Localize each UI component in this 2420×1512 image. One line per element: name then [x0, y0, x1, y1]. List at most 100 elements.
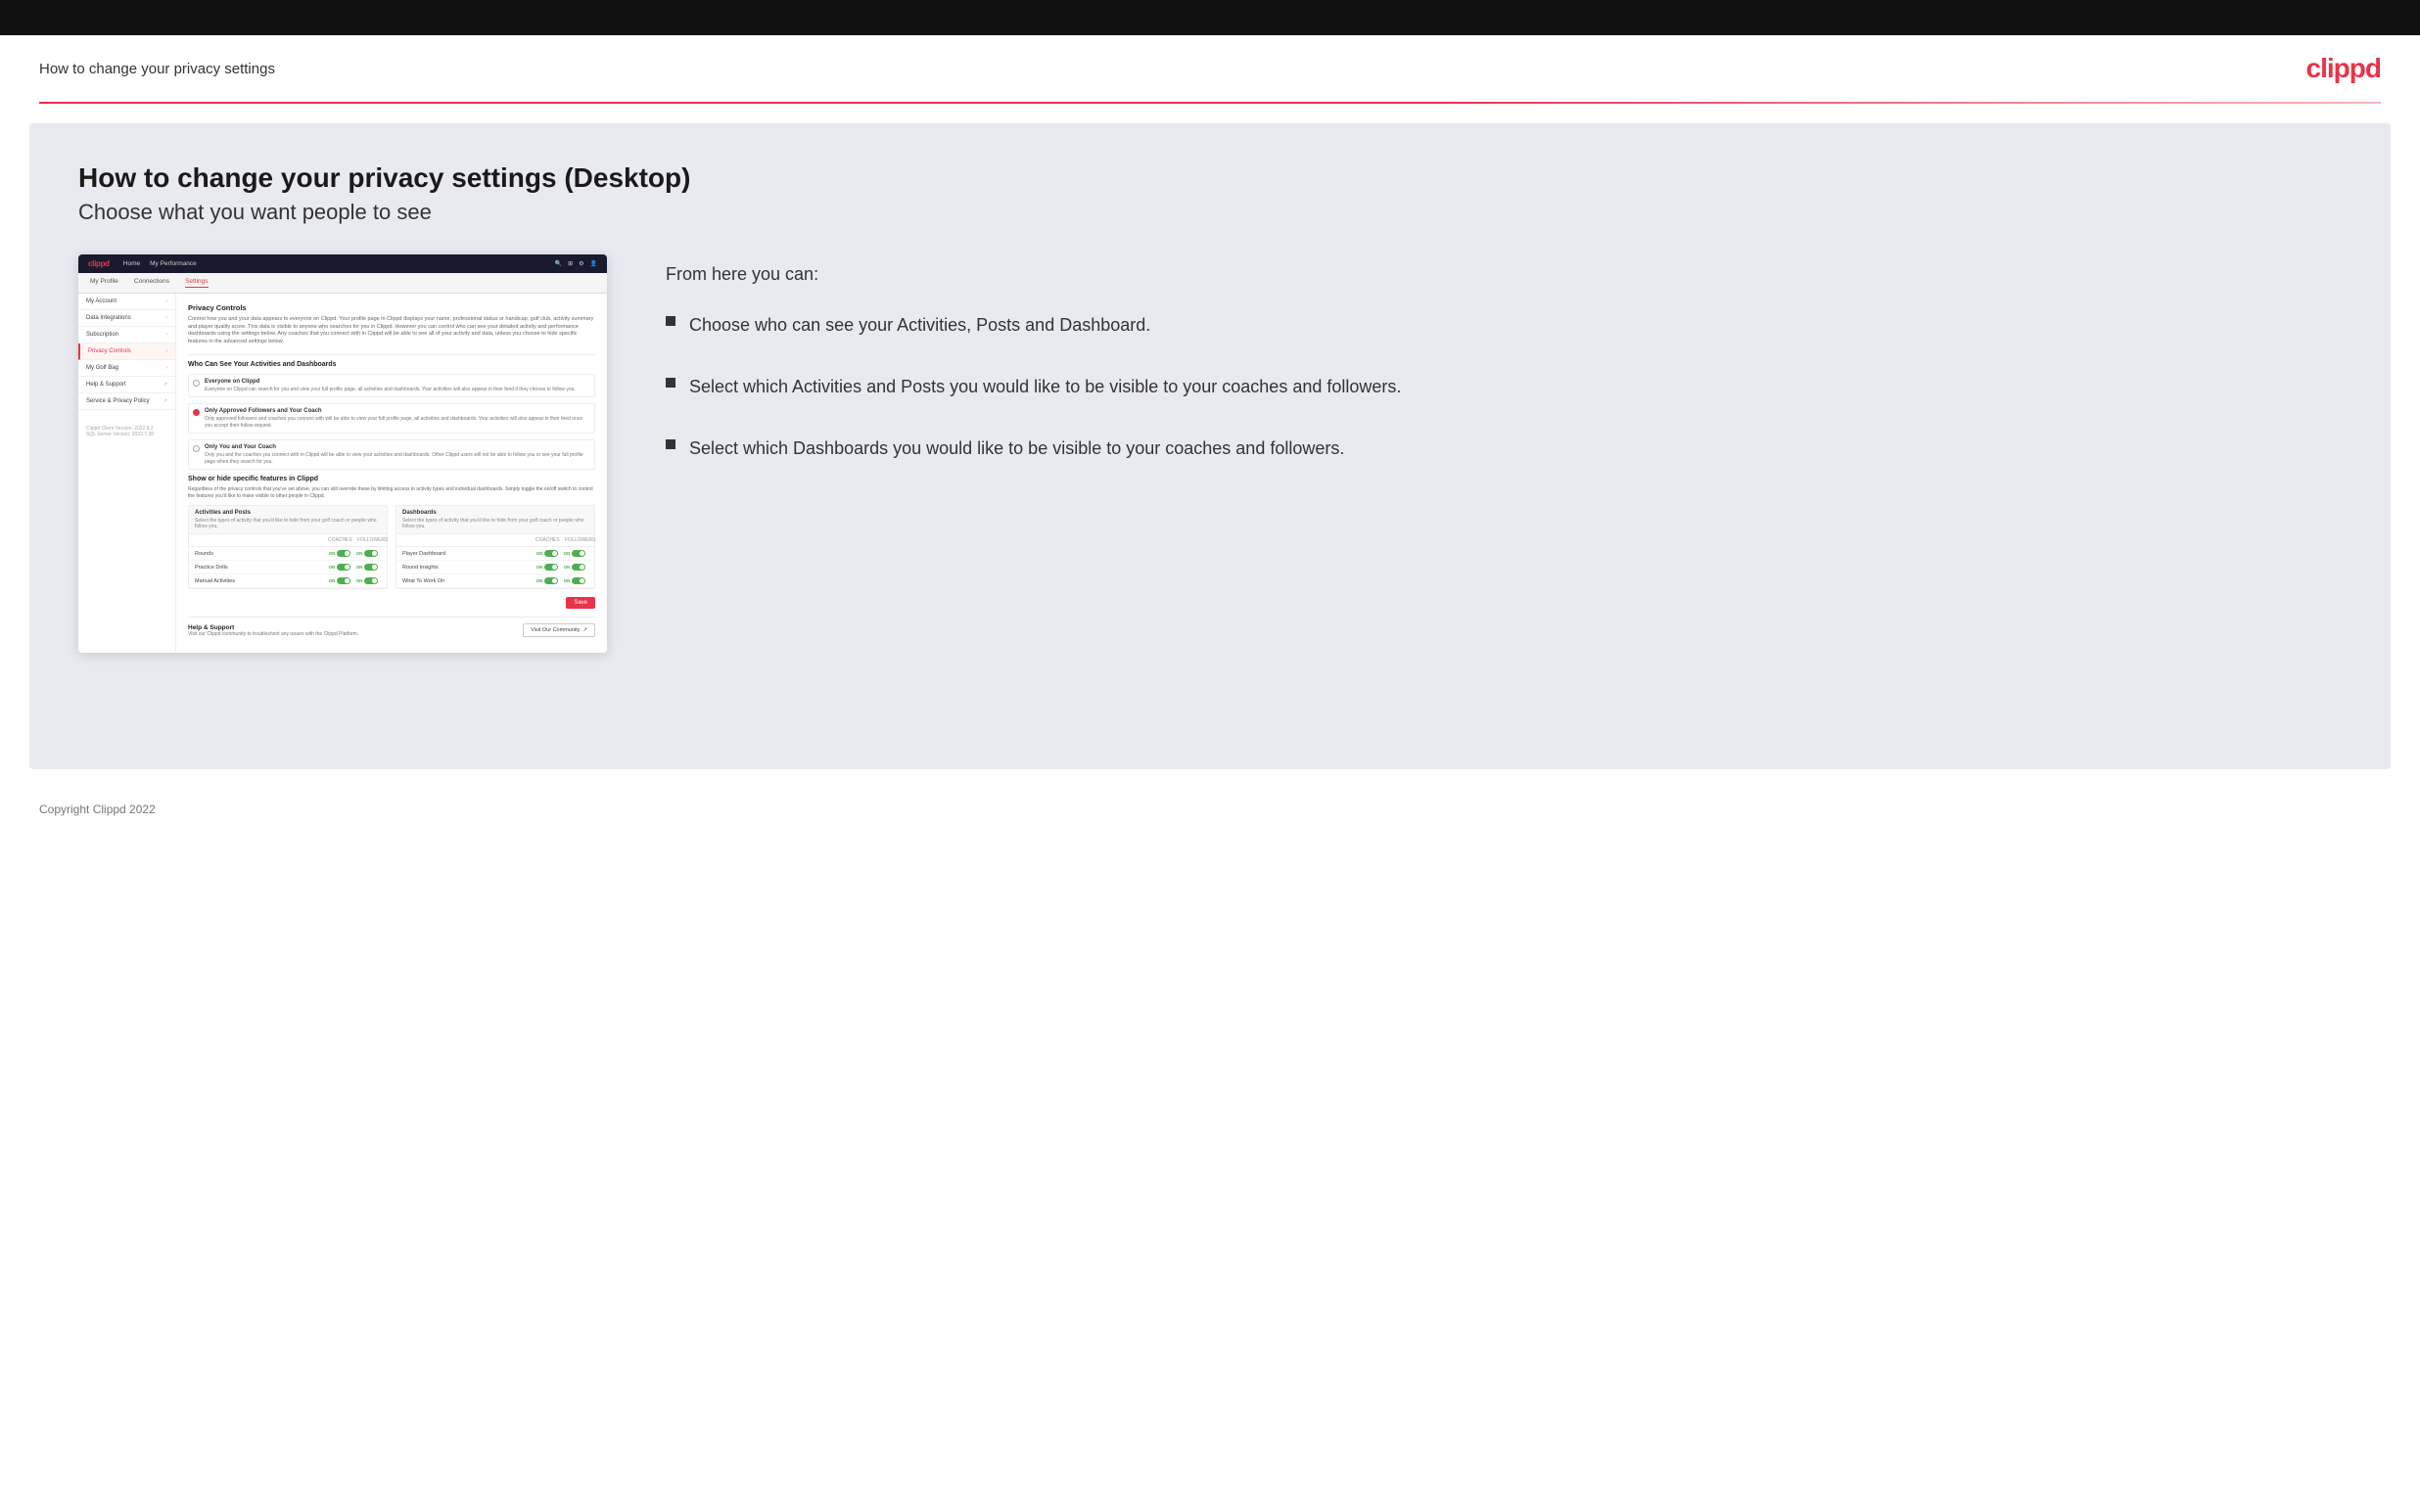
right-panel: From here you can: Choose who can see yo…: [666, 254, 2342, 497]
mock-help-section: Help & Support Visit our Clippd communit…: [188, 617, 595, 643]
mock-nav-bar: clippd Home My Performance 🔍 ⊞ ⚙ 👤: [78, 254, 607, 273]
mock-dashboards-row-workOn: What To Work On ON ON: [396, 574, 594, 588]
bullet-item-2: Select which Activities and Posts you wo…: [666, 374, 2342, 400]
mock-save-button[interactable]: Save: [566, 597, 595, 609]
mock-row-workOn-coach-toggle: ON: [534, 577, 561, 584]
mock-grid-icon: ⊞: [568, 260, 573, 267]
mock-nav-home: Home: [123, 260, 140, 267]
mock-sidebar-subscription: Subscription ›: [78, 327, 175, 344]
copyright-text: Copyright Clippd 2022: [39, 802, 156, 816]
footer: Copyright Clippd 2022: [0, 789, 2420, 830]
mock-dashboards-coaches-header: COACHES: [535, 537, 559, 543]
mock-radio-everyone-desc: Everyone on Clippd can search for you an…: [205, 387, 576, 393]
mock-help-desc: Visit our Clippd community to troublesho…: [188, 631, 358, 637]
mock-divider-1: [188, 354, 595, 355]
mock-row-manual-label: Manual Activities: [195, 578, 326, 584]
chevron-right-icon: ›: [165, 348, 167, 354]
mock-row-drills-coach-toggle: ON: [326, 564, 353, 571]
bullet-item-3: Select which Dashboards you would like t…: [666, 435, 2342, 462]
mock-sidebar-help-label: Help & Support: [86, 382, 126, 388]
bullet-text-2: Select which Activities and Posts you wo…: [689, 374, 1401, 400]
mock-activities-sub: Select the types of activity that you'd …: [195, 518, 381, 529]
mock-radio-everyone-circle: [193, 380, 200, 387]
mock-row-player-label: Player Dashboard: [402, 551, 534, 557]
mock-activities-followers-header: FOLLOWERS: [357, 537, 381, 543]
mock-activities-header: Activities and Posts Select the types of…: [189, 506, 387, 534]
mock-radio-followers: Only Approved Followers and Your Coach O…: [188, 403, 595, 434]
mock-activities-row-rounds: Rounds ON ON: [189, 547, 387, 561]
mock-radio-coach-only-label: Only You and Your Coach: [205, 444, 590, 450]
mock-row-manual-follower-toggle: ON: [353, 577, 381, 584]
mock-community-button[interactable]: Visit Our Community ↗: [523, 623, 595, 637]
header-title: How to change your privacy settings: [39, 61, 275, 77]
mock-who-title: Who Can See Your Activities and Dashboar…: [188, 361, 595, 368]
mock-sidebar: My Account › Data Integrations › Subscri…: [78, 294, 176, 653]
mock-save-row: Save: [188, 597, 595, 609]
mock-row-rounds-follower-toggle: ON: [353, 550, 381, 557]
mock-sidebar-version: Clippd Client Version: 2022.8.2SQL Serve…: [78, 418, 175, 445]
mock-sidebar-help: Help & Support ↗: [78, 377, 175, 393]
mock-row-player-follower-toggle: ON: [561, 550, 588, 557]
mock-activities-table: Activities and Posts Select the types of…: [188, 505, 388, 589]
page-subtitle: Choose what you want people to see: [78, 200, 2342, 225]
mock-subnav: My Profile Connections Settings: [78, 273, 607, 294]
page-title: How to change your privacy settings (Des…: [78, 162, 2342, 194]
mock-radio-followers-label: Only Approved Followers and Your Coach: [205, 408, 590, 414]
mock-activities-col-headers: COACHES FOLLOWERS: [189, 534, 387, 547]
mock-sidebar-golfbag: My Golf Bag ›: [78, 360, 175, 377]
mock-logo: clippd: [88, 259, 110, 268]
mock-show-desc: Regardless of the privacy controls that …: [188, 486, 595, 499]
mock-dashboards-sub: Select the types of activity that you'd …: [402, 518, 588, 529]
mock-radio-coach-only-content: Only You and Your Coach Only you and the…: [205, 444, 590, 465]
mock-row-workOn-label: What To Work On: [402, 578, 534, 584]
mock-radio-coach-only-circle: [193, 445, 200, 452]
bullet-text-1: Choose who can see your Activities, Post…: [689, 312, 1150, 339]
external-link-icon: ↗: [582, 627, 587, 633]
mock-dashboards-header: Dashboards Select the types of activity …: [396, 506, 594, 534]
mock-dashboards-table: Dashboards Select the types of activity …: [396, 505, 595, 589]
mock-sidebar-privacy: Privacy Controls ›: [78, 344, 175, 360]
mock-radio-everyone-label: Everyone on Clippd: [205, 379, 576, 385]
mock-activities-coaches-header: COACHES: [328, 537, 351, 543]
mock-sidebar-subscription-label: Subscription: [86, 332, 118, 338]
chevron-right-icon: ›: [165, 332, 167, 338]
mock-nav-icons: 🔍 ⊞ ⚙ 👤: [555, 260, 597, 267]
mock-dashboards-followers-header: FOLLOWERS: [565, 537, 588, 543]
mock-row-player-coach-toggle: ON: [534, 550, 561, 557]
mock-dashboards-row-player: Player Dashboard ON ON: [396, 547, 594, 561]
mock-row-insights-coach-toggle: ON: [534, 564, 561, 571]
screenshot-mockup: clippd Home My Performance 🔍 ⊞ ⚙ 👤 My Pr…: [78, 254, 607, 653]
mock-row-insights-label: Round Insights: [402, 565, 534, 571]
mock-row-manual-coach-toggle: ON: [326, 577, 353, 584]
logo: clippd: [2306, 53, 2381, 84]
external-link-icon: ↗: [163, 398, 167, 404]
right-panel-intro: From here you can:: [666, 264, 2342, 285]
mock-help-text: Help & Support Visit our Clippd communit…: [188, 624, 358, 637]
mock-radio-coach-only: Only You and Your Coach Only you and the…: [188, 439, 595, 470]
mock-body: My Account › Data Integrations › Subscri…: [78, 294, 607, 653]
mock-row-rounds-coach-toggle: ON: [326, 550, 353, 557]
bullet-square-1: [666, 316, 675, 326]
mock-privacy-desc: Control how you and your data appears to…: [188, 316, 595, 346]
mock-sidebar-account-label: My Account: [86, 298, 116, 304]
chevron-right-icon: ›: [165, 365, 167, 371]
mock-row-workOn-follower-toggle: ON: [561, 577, 588, 584]
mock-main-panel: Privacy Controls Control how you and you…: [176, 294, 607, 653]
chevron-right-icon: ›: [165, 298, 167, 304]
mock-sidebar-service-label: Service & Privacy Policy: [86, 398, 150, 404]
mock-settings-icon: ⚙: [579, 260, 583, 267]
bullet-square-2: [666, 378, 675, 388]
header-divider: [39, 102, 2381, 104]
mock-activities-row-drills: Practice Drills ON ON: [189, 561, 387, 574]
mock-radio-everyone-content: Everyone on Clippd Everyone on Clippd ca…: [205, 379, 576, 393]
mock-radio-followers-desc: Only approved followers and coaches you …: [205, 416, 590, 429]
chevron-right-icon: ›: [165, 315, 167, 321]
bullet-list: Choose who can see your Activities, Post…: [666, 312, 2342, 462]
mock-sidebar-service: Service & Privacy Policy ↗: [78, 393, 175, 410]
bullet-square-3: [666, 439, 675, 449]
mock-row-rounds-label: Rounds: [195, 551, 326, 557]
main-content: How to change your privacy settings (Des…: [29, 123, 2391, 769]
mock-radio-group: Everyone on Clippd Everyone on Clippd ca…: [188, 374, 595, 471]
mock-help-title: Help & Support: [188, 624, 358, 631]
mock-radio-followers-circle: [193, 409, 200, 416]
